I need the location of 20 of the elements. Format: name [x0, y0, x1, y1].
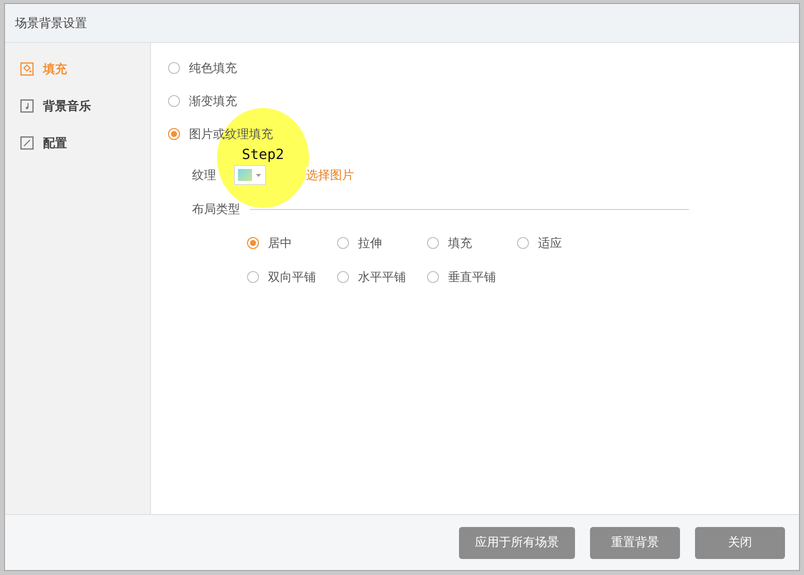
texture-label: 纹理: [192, 166, 216, 184]
sidebar-item[interactable]: 背景音乐: [5, 95, 150, 117]
pencil-icon: [20, 136, 34, 150]
paint-bucket-icon: [20, 62, 34, 76]
radio-option[interactable]: 渐变填充: [168, 92, 799, 110]
texture-dropdown[interactable]: [234, 165, 266, 185]
radio-option[interactable]: 纯色填充: [168, 59, 799, 77]
music-note-icon: [20, 99, 34, 113]
sidebar-item[interactable]: 配置: [5, 132, 150, 154]
texture-swatch-icon: [238, 169, 252, 181]
layout-type-label: 布局类型: [192, 201, 240, 218]
caret-icon: [256, 174, 261, 176]
radio-option[interactable]: 水平平铺: [337, 268, 427, 286]
radio-option[interactable]: 垂直平铺: [427, 268, 517, 286]
radio-option[interactable]: 拉伸: [337, 234, 427, 252]
radio-option[interactable]: 适应: [517, 234, 607, 252]
radio-option[interactable]: 居中: [247, 234, 337, 252]
window-title: 场景背景设置: [15, 14, 87, 32]
radio-option[interactable]: 填充: [427, 234, 517, 252]
radio-option[interactable]: 双向平铺: [247, 268, 337, 286]
